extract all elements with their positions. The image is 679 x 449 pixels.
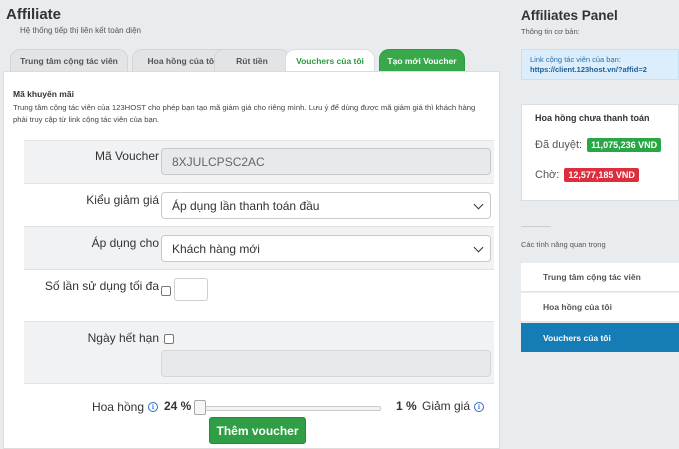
sidebar-item-affiliate-center[interactable]: Trung tâm cộng tác viên	[521, 263, 679, 292]
panel-title: Mã khuyến mãi	[13, 89, 74, 99]
tab-bar: Trung tâm cộng tác viên Hoa hồng của tôi…	[8, 49, 503, 71]
voucher-panel: Mã khuyến mãi Trung tâm cộng tác viên củ…	[3, 71, 500, 449]
tab-my-vouchers[interactable]: Vouchers của tôi	[285, 49, 375, 71]
apply-to-label: Áp dụng cho	[91, 236, 159, 250]
sidebar-item-my-vouchers[interactable]: Vouchers của tôi	[521, 323, 679, 352]
apply-to-value: Khách hàng mới	[172, 241, 260, 256]
usage-limit-checkbox[interactable]	[161, 286, 171, 296]
sidebar-title: Affiliates Panel	[521, 8, 618, 23]
approved-badge: 11,075,236 VND	[587, 138, 662, 152]
discount-type-select[interactable]: Áp dụng lần thanh toán đầu	[161, 192, 491, 219]
unpaid-commission-box: Hoa hồng chưa thanh toán Đã duyệt: 11,07…	[521, 104, 679, 201]
approved-label: Đã duyệt:	[535, 139, 583, 151]
commission-slider-track[interactable]	[194, 406, 381, 411]
commission-label: Hoa hồng	[91, 400, 144, 414]
info-icon[interactable]: i	[474, 402, 484, 412]
discount-value: 1 %	[396, 399, 417, 413]
row-discount-type: Kiểu giảm giá Áp dụng lần thanh toán đầu	[24, 183, 494, 226]
expiry-checkbox[interactable]	[164, 334, 174, 344]
page-title: Affiliate	[6, 6, 62, 23]
tab-affiliate-center[interactable]: Trung tâm cộng tác viên	[10, 49, 128, 71]
voucher-code-field: 8XJULCPSC2AC	[161, 148, 491, 175]
info-icon[interactable]: i	[148, 402, 158, 412]
divider	[24, 383, 494, 384]
sidebar-subtitle: Thông tin cơ bản:	[521, 27, 580, 36]
panel-description: Trung tâm cộng tác viên của 123HOST cho …	[13, 103, 476, 124]
discount-label: Giảm giá	[422, 399, 471, 413]
pending-badge: 12,577,185 VND	[564, 168, 639, 182]
affiliate-link-label: Link cộng tác viên của bạn:	[530, 55, 621, 64]
tab-withdraw[interactable]: Rút tiền	[214, 49, 290, 71]
pending-label: Chờ:	[535, 169, 560, 181]
tab-create-voucher[interactable]: Tạo mới Voucher	[379, 49, 465, 71]
chevron-down-icon	[473, 242, 484, 253]
sidebar-item-my-commission[interactable]: Hoa hồng của tôi	[521, 293, 679, 322]
chevron-down-icon	[473, 199, 484, 210]
discount-type-label: Kiểu giảm giá	[86, 193, 159, 207]
affiliate-link-url[interactable]: https://client.123host.vn/?affid=2	[530, 65, 678, 74]
unpaid-commission-title: Hoa hồng chưa thanh toán	[535, 113, 650, 123]
row-apply-to: Áp dụng cho Khách hàng mới	[24, 226, 494, 269]
affiliate-link-box: Link cộng tác viên của bạn: https://clie…	[521, 49, 679, 80]
divider	[521, 226, 551, 227]
voucher-code-label: Mã Voucher	[94, 149, 159, 163]
commission-slider-handle[interactable]	[194, 400, 206, 415]
row-usage-limit: Số lần sử dụng tối đa	[24, 269, 494, 321]
apply-to-select[interactable]: Khách hàng mới	[161, 235, 491, 262]
usage-limit-input[interactable]	[174, 278, 208, 301]
affiliates-sidebar: Affiliates Panel Thông tin cơ bản: Link …	[503, 0, 679, 449]
features-label: Các tính năng quan trọng	[521, 240, 606, 249]
expiry-label: Ngày hết hạn	[87, 331, 159, 345]
discount-type-value: Áp dụng lần thanh toán đầu	[172, 198, 320, 213]
row-voucher-code: Mã Voucher 8XJULCPSC2AC	[24, 140, 494, 183]
pending-line: Chờ: 12,577,185 VND	[535, 168, 639, 182]
usage-limit-label: Số lần sử dụng tối đa	[44, 279, 159, 293]
approved-line: Đã duyệt: 11,075,236 VND	[535, 138, 662, 152]
expiry-date-field	[161, 350, 491, 377]
main-content: Affiliate Hệ thống tiếp thị liên kết toà…	[0, 0, 503, 449]
commission-value: 24 %	[164, 399, 192, 413]
add-voucher-button[interactable]: Thêm voucher	[209, 417, 306, 444]
page-subtitle: Hệ thống tiếp thị liên kết toàn diện	[20, 26, 141, 35]
row-expiry-date: Ngày hết hạn	[24, 321, 494, 383]
